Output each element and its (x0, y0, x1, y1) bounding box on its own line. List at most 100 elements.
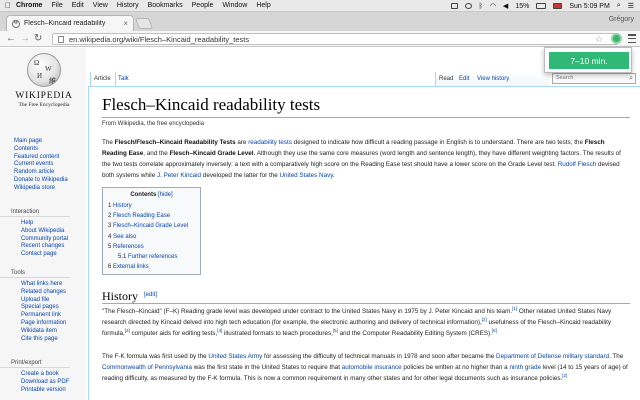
toc-title: Contents [hide] (130, 192, 173, 198)
tab-close-icon[interactable]: × (123, 19, 128, 28)
battery-percent[interactable]: 15% (515, 3, 529, 10)
link-commonwealth-pennsylvania[interactable]: Commonwealth of Pennsylvania (102, 364, 192, 371)
sidebar-heading-tools: Tools (0, 270, 70, 278)
search-placeholder: Search (556, 75, 574, 81)
wikipedia-favicon-icon: W (12, 19, 20, 28)
airplay-icon[interactable] (450, 3, 458, 9)
toc-item-further-references[interactable]: 5.1 Further references (108, 252, 200, 262)
reload-icon[interactable]: ↻ (34, 32, 42, 45)
title-underline (102, 117, 630, 118)
sidebar-item-contact[interactable]: Contact page (0, 251, 86, 259)
sidebar-item-printable-version[interactable]: Printable version (0, 387, 86, 395)
wikipedia-logo[interactable]: ΩWИ維 WIKIPEDIA The Free Encyclopedia (15, 53, 73, 128)
wiki-sidebar: ΩWИ維 WIKIPEDIA The Free Encyclopedia Mai… (0, 48, 86, 400)
sidebar-item-help[interactable]: Help (0, 220, 86, 228)
forward-arrow-icon[interactable]: → (20, 32, 30, 45)
toc-item-grade-level[interactable]: 3 Flesch–Kincaid Grade Level (108, 221, 200, 231)
toc-item-see-also[interactable]: 4 See also (108, 232, 200, 242)
history-underline (102, 303, 630, 304)
sidebar-heading-interaction: Interaction (0, 209, 70, 217)
toc-item-flesch-reading-ease[interactable]: 2 Flesch Reading Ease (108, 211, 200, 221)
puzzle-globe-icon: ΩWИ維 (27, 53, 61, 87)
sidebar-item-main-page[interactable]: Main page (0, 138, 86, 146)
tab-title: Flesch–Kincaid readability (24, 20, 106, 27)
link-readability-tests[interactable]: readability tests (248, 139, 292, 146)
sidebar-item-cite-page[interactable]: Cite this page (0, 336, 86, 344)
reading-time-popup: 7–10 min. (544, 47, 632, 73)
bluetooth-icon[interactable]: ᛒ (479, 3, 483, 10)
sidebar-print-export: Print/export Create a book Download as P… (0, 360, 86, 394)
menu-bookmarks[interactable]: Bookmarks (148, 2, 183, 9)
profile-name[interactable]: Grégory (609, 16, 634, 23)
sidebar-item-download-pdf[interactable]: Download as PDF (0, 379, 86, 387)
volume-icon[interactable]: ◀ (503, 2, 508, 10)
sidebar-item-upload-file[interactable]: Upload file (0, 297, 86, 305)
sidebar-item-donate[interactable]: Donate to Wikipedia (0, 177, 86, 185)
link-automobile-insurance[interactable]: automobile insurance (342, 364, 402, 371)
menubar-clock[interactable]: Sun 5:09 PM (569, 3, 609, 10)
sidebar-item-permanent-link[interactable]: Permanent link (0, 312, 86, 320)
toc-item-references[interactable]: 5 References (108, 242, 200, 252)
menu-edit[interactable]: Edit (72, 2, 84, 9)
address-bar[interactable]: en.wikipedia.org/wiki/Flesch–Kincaid_rea… (52, 33, 618, 45)
intro-paragraph: The Flesch/Flesch–Kincaid Readability Te… (102, 139, 621, 179)
apple-icon[interactable]:  (0, 1, 16, 10)
sidebar-item-special-pages[interactable]: Special pages (0, 304, 86, 312)
sidebar-item-what-links-here[interactable]: What links here (0, 281, 86, 289)
link-united-states-army[interactable]: United States Army (208, 353, 262, 360)
wiki-search-input[interactable]: Search ⌕ (552, 73, 636, 84)
tab-edit[interactable]: Edit (459, 76, 469, 82)
reading-time-extension-icon[interactable] (611, 33, 622, 44)
address-url[interactable]: en.wikipedia.org/wiki/Flesch–Kincaid_rea… (69, 35, 249, 44)
notification-center-icon[interactable]: ☰ (628, 2, 634, 10)
history-paragraph-2: The F-K formula was first used by the Un… (102, 353, 628, 382)
link-united-states-navy[interactable]: United States Navy (279, 172, 332, 179)
sidebar-item-recent-changes[interactable]: Recent changes (0, 243, 86, 251)
new-tab-button[interactable] (134, 18, 154, 29)
tab-read[interactable]: Read (439, 76, 453, 82)
menu-window[interactable]: Window (222, 2, 247, 9)
link-ninth-grade[interactable]: ninth grade (509, 364, 541, 371)
link-rudolf-flesch[interactable]: Rudolf Flesch (558, 161, 597, 168)
chrome-menu-icon[interactable] (628, 34, 636, 43)
tab-view-history[interactable]: View history (477, 76, 509, 82)
sidebar-item-featured-content[interactable]: Featured content (0, 154, 86, 162)
menu-app-name[interactable]: Chrome (16, 2, 42, 9)
wifi-icon[interactable]: ◠ (490, 2, 496, 10)
tab-talk[interactable]: Talk (118, 76, 129, 82)
sidebar-item-contents[interactable]: Contents (0, 146, 86, 154)
sidebar-item-wikidata-item[interactable]: Wikidata item (0, 328, 86, 336)
sidebar-item-related-changes[interactable]: Related changes (0, 289, 86, 297)
sidebar-interaction: Interaction Help About Wikipedia Communi… (0, 209, 86, 259)
menu-history[interactable]: History (117, 2, 139, 9)
tab-article[interactable]: Article (94, 76, 111, 82)
toc-item-external-links[interactable]: 6 External links (108, 262, 200, 272)
link-department-of-defense[interactable]: Department of Defense military standard (496, 353, 609, 360)
bookmark-star-icon[interactable]: ☆ (595, 34, 603, 45)
time-machine-icon[interactable] (464, 3, 472, 9)
browser-tab[interactable]: W Flesch–Kincaid readability × (6, 15, 134, 31)
sidebar-item-page-information[interactable]: Page information (0, 320, 86, 328)
sidebar-item-community-portal[interactable]: Community portal (0, 236, 86, 244)
sidebar-item-current-events[interactable]: Current events (0, 161, 86, 169)
history-edit-link[interactable]: [edit] (144, 292, 157, 298)
menu-help[interactable]: Help (256, 2, 270, 9)
search-icon[interactable]: ⌕ (629, 74, 633, 83)
sidebar-item-about[interactable]: About Wikipedia (0, 228, 86, 236)
tab-strip: W Flesch–Kincaid readability × Grégory (0, 12, 640, 31)
toc-item-history[interactable]: 1 History (108, 201, 200, 211)
sidebar-main-nav: Main page Contents Featured content Curr… (0, 138, 86, 193)
menu-file[interactable]: File (51, 2, 62, 9)
menu-view[interactable]: View (93, 2, 108, 9)
link-j-peter-kincaid[interactable]: J. Peter Kincaid (157, 172, 201, 179)
back-arrow-icon[interactable]: ← (6, 32, 16, 45)
sidebar-item-store[interactable]: Wikipedia store (0, 185, 86, 193)
battery-icon[interactable] (536, 3, 547, 9)
toc-hide-link[interactable]: [hide] (158, 192, 173, 198)
sidebar-item-create-book[interactable]: Create a book (0, 371, 86, 379)
history-paragraph-1: "The Flesch–Kincaid" (F–K) Reading grade… (102, 305, 612, 337)
input-flag-icon[interactable] (553, 3, 563, 9)
menu-people[interactable]: People (192, 2, 214, 9)
spotlight-icon[interactable]: ⌕ (617, 2, 621, 10)
sidebar-item-random-article[interactable]: Random article (0, 169, 86, 177)
